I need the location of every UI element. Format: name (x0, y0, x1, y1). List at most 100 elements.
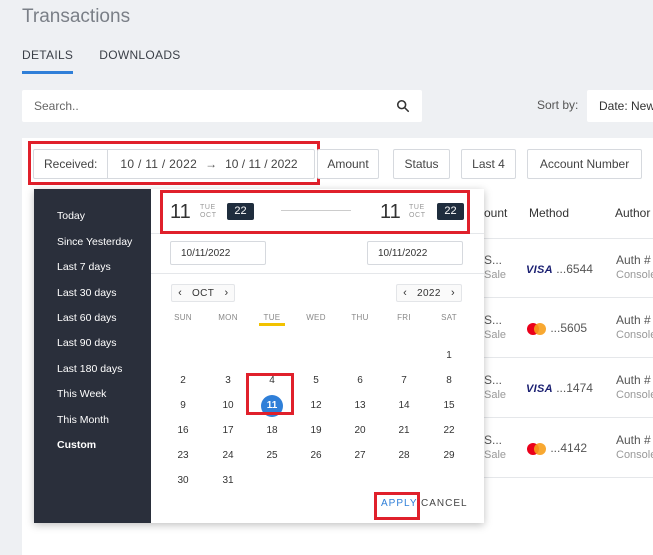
calendar-day[interactable]: 22 (437, 421, 461, 441)
divider (151, 273, 484, 274)
visa-icon: VISA (526, 264, 553, 276)
calendar-day[interactable]: 25 (260, 446, 284, 466)
preset-this-month[interactable]: This Month (57, 414, 109, 426)
next-month-icon[interactable]: › (218, 287, 234, 299)
calendar-day[interactable]: 14 (392, 396, 416, 416)
row-type: Sale (484, 269, 507, 281)
preset-last-180-days[interactable]: Last 180 days (57, 363, 122, 375)
mastercard-icon (527, 442, 547, 455)
apply-button[interactable]: APPLY (381, 498, 418, 509)
calendar-day[interactable]: 12 (304, 396, 328, 416)
range-header: 11 TUE OCT 22 11 TUE OCT 22 (151, 189, 484, 234)
calendar-day[interactable]: 2 (171, 371, 195, 391)
calendar-day[interactable]: 6 (348, 371, 372, 391)
received-label: Received: (44, 150, 109, 178)
row-amount: S... (484, 313, 503, 327)
row-source: Console (616, 389, 653, 401)
calendar-day[interactable]: 10 (216, 396, 240, 416)
tab-bar: DETAILS DOWNLOADS (22, 48, 181, 74)
calendar-day[interactable]: 30 (171, 471, 195, 491)
weekday-sat: SAT (441, 313, 457, 322)
calendar-day[interactable]: 19 (304, 421, 328, 441)
today-indicator (259, 323, 285, 326)
prev-year-icon[interactable]: ‹ (397, 287, 413, 299)
row-divider (484, 357, 653, 358)
preset-list: Today Since Yesterday Last 7 days Last 3… (34, 189, 151, 523)
calendar-day[interactable]: 8 (437, 371, 461, 391)
row-last4: ...6544 (556, 262, 593, 276)
col-header-author[interactable]: Author (615, 206, 650, 220)
row-amount: S... (484, 433, 503, 447)
calendar-day[interactable]: 27 (348, 446, 372, 466)
row-auth: Auth # (616, 313, 651, 327)
end-year: 22 (437, 203, 464, 220)
calendar-day[interactable]: 15 (437, 396, 461, 416)
year-label[interactable]: 2022 (413, 288, 445, 299)
preset-last-30-days[interactable]: Last 30 days (57, 287, 117, 299)
tab-details[interactable]: DETAILS (22, 48, 74, 74)
row-last4: ...1474 (556, 381, 593, 395)
calendar-day[interactable]: 24 (216, 446, 240, 466)
calendar-day[interactable]: 13 (348, 396, 372, 416)
cancel-button[interactable]: CANCEL (421, 498, 468, 509)
col-header-method[interactable]: Method (529, 206, 569, 220)
calendar-day[interactable]: 26 (304, 446, 328, 466)
page-title: Transactions (22, 6, 131, 27)
next-year-icon[interactable]: › (445, 287, 461, 299)
calendar-day[interactable]: 29 (437, 446, 461, 466)
calendar-day[interactable]: 16 (171, 421, 195, 441)
calendar-day[interactable]: 7 (392, 371, 416, 391)
amount-filter[interactable]: Amount (317, 149, 379, 179)
preset-today[interactable]: Today (57, 210, 85, 222)
preset-custom[interactable]: Custom (57, 439, 96, 451)
calendar-day[interactable]: 23 (171, 446, 195, 466)
tab-downloads[interactable]: DOWNLOADS (99, 48, 180, 74)
row-divider (484, 477, 653, 478)
row-amount: S... (484, 253, 503, 267)
calendar-day[interactable]: 20 (348, 421, 372, 441)
sort-label: Sort by: (537, 98, 579, 112)
calendar-day[interactable]: 1 (437, 346, 461, 366)
search-icon[interactable] (396, 99, 410, 113)
start-month: OCT (200, 212, 217, 219)
year-nav: ‹ 2022 › (396, 284, 462, 302)
preset-this-week[interactable]: This Week (57, 388, 106, 400)
calendar-day[interactable]: 28 (392, 446, 416, 466)
sort-select[interactable]: Date: Newest (587, 90, 653, 122)
preset-since-yesterday[interactable]: Since Yesterday (57, 236, 132, 248)
end-day: 11 (380, 201, 401, 223)
row-type: Sale (484, 389, 507, 401)
row-auth: Auth # (616, 253, 651, 267)
weekday-fri: FRI (397, 313, 411, 322)
start-year: 22 (227, 203, 254, 220)
preset-last-7-days[interactable]: Last 7 days (57, 261, 111, 273)
weekday-mon: MON (218, 313, 238, 322)
preset-last-60-days[interactable]: Last 60 days (57, 312, 117, 324)
date-range-picker: Today Since Yesterday Last 7 days Last 3… (34, 189, 484, 523)
calendar-pane: 11 TUE OCT 22 11 TUE OCT 22 10/11/2022 1… (151, 189, 484, 523)
mastercard-icon (527, 322, 547, 335)
selected-day[interactable]: 11 (261, 395, 283, 417)
calendar-day[interactable]: 4 (260, 371, 284, 391)
calendar-day[interactable]: 3 (216, 371, 240, 391)
search-input[interactable] (34, 99, 396, 113)
prev-month-icon[interactable]: ‹ (172, 287, 188, 299)
calendar-day[interactable]: 21 (392, 421, 416, 441)
range-arrow-icon: → (205, 157, 218, 171)
start-date-input[interactable]: 10/11/2022 (170, 241, 266, 265)
calendar-day[interactable]: 9 (171, 396, 195, 416)
calendar-day[interactable]: 17 (216, 421, 240, 441)
last4-filter[interactable]: Last 4 (461, 149, 516, 179)
month-label[interactable]: OCT (188, 288, 218, 299)
preset-last-90-days[interactable]: Last 90 days (57, 337, 117, 349)
end-date-input[interactable]: 10/11/2022 (367, 241, 463, 265)
calendar-day[interactable]: 18 (260, 421, 284, 441)
account-number-filter[interactable]: Account Number (527, 149, 642, 179)
received-filter[interactable]: Received: 10 / 11 / 2022 → 10 / 11 / 202… (33, 149, 315, 179)
calendar-day[interactable]: 5 (304, 371, 328, 391)
received-from-date: 10 / 11 / 2022 (120, 157, 198, 171)
col-header-amount[interactable]: ount (484, 206, 507, 220)
status-filter[interactable]: Status (393, 149, 450, 179)
calendar-day[interactable]: 31 (216, 471, 240, 491)
start-day: 11 (170, 201, 191, 223)
